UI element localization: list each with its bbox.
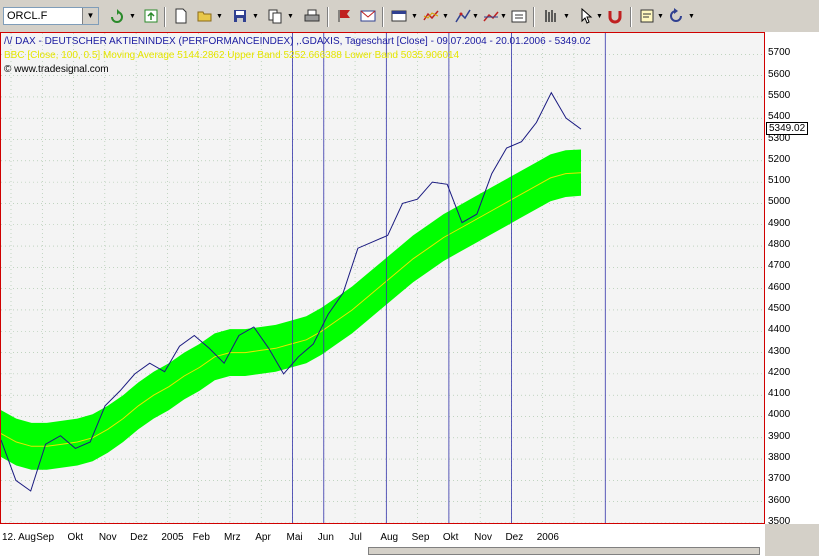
x-tick-label: Okt <box>67 532 84 543</box>
bars-icon[interactable] <box>542 7 560 25</box>
y-tick-label: 5200 <box>768 153 791 165</box>
flag-icon[interactable] <box>336 7 354 25</box>
chart-title: DAX - DEUTSCHER AKTIENINDEX (PERFORMANCE… <box>15 36 591 47</box>
x-tick-label: Nov <box>98 532 117 543</box>
x-tick-label: Sep <box>411 532 430 543</box>
x-tick-label: Jul <box>349 532 362 543</box>
note-dropdown-icon[interactable]: ▼ <box>657 13 664 20</box>
chart-area[interactable] <box>0 32 765 524</box>
y-tick-label: 4900 <box>768 217 791 229</box>
separator <box>327 7 329 27</box>
indicator-values: Moving Average 5144.2862 Upper Band 5252… <box>102 50 460 61</box>
y-tick-label: 3900 <box>768 430 791 442</box>
symbol-combobox[interactable]: ORCL.F ▼ <box>3 7 99 25</box>
symbol-text: ORCL.F <box>7 10 48 22</box>
open-folder-icon[interactable] <box>196 7 214 25</box>
trend-dropdown-icon[interactable]: ▼ <box>500 13 507 20</box>
y-tick-label: 4000 <box>768 409 791 421</box>
x-tick-label: Mai <box>286 532 303 543</box>
undo-icon[interactable] <box>668 7 686 25</box>
x-tick-label: Aug <box>380 532 399 543</box>
y-tick-label: 4400 <box>768 324 791 336</box>
note-icon[interactable] <box>638 7 656 25</box>
horizontal-scrollbar[interactable] <box>368 547 760 555</box>
window-dropdown-icon[interactable]: ▼ <box>411 13 418 20</box>
last-value-label: 5349.02 <box>766 122 809 136</box>
x-tick-label: Jun <box>317 532 334 543</box>
window-icon[interactable] <box>390 7 408 25</box>
x-tick-label: Nov <box>474 532 492 543</box>
separator <box>382 7 384 27</box>
chart-header-title: /\/ DAX - DEUTSCHER AKTIENINDEX (PERFORM… <box>4 36 591 47</box>
bollinger-band <box>1 149 581 470</box>
x-tick-label: Apr <box>255 532 271 543</box>
separator <box>533 7 535 27</box>
copy-dropdown-icon[interactable]: ▼ <box>287 13 294 20</box>
y-tick-label: 3700 <box>768 473 791 485</box>
indicator-icon[interactable] <box>422 7 440 25</box>
chart-plot <box>1 33 764 523</box>
separator <box>164 7 166 27</box>
undo-dropdown-icon[interactable]: ▼ <box>688 13 695 20</box>
indicator-dropdown-icon[interactable]: ▼ <box>442 13 449 20</box>
trend-icon[interactable] <box>482 7 500 25</box>
chevron-down-icon[interactable]: ▼ <box>82 8 98 24</box>
y-tick-label: 5500 <box>768 89 791 101</box>
separator <box>630 7 632 27</box>
save-icon[interactable] <box>231 7 249 25</box>
y-tick-label: 4200 <box>768 366 791 378</box>
cursor-icon[interactable] <box>577 7 595 25</box>
reload-icon[interactable] <box>142 7 160 25</box>
y-tick-label: 4700 <box>768 260 791 272</box>
chart-copyright: © www.tradesignal.com <box>4 64 109 75</box>
cursor-dropdown-icon[interactable]: ▼ <box>596 13 603 20</box>
chart-title-icon: /\/ <box>4 36 16 47</box>
x-tick-label: 2005 <box>161 532 184 543</box>
refresh-icon[interactable] <box>108 7 126 25</box>
bars-dropdown-icon[interactable]: ▼ <box>563 13 570 20</box>
x-tick-label: Okt <box>442 532 459 543</box>
drawing-icon[interactable] <box>454 7 472 25</box>
y-tick-label: 5700 <box>768 47 791 59</box>
magnet-icon[interactable] <box>606 7 624 25</box>
x-tick-label: Dez <box>130 532 148 543</box>
print-icon[interactable] <box>303 7 321 25</box>
new-doc-icon[interactable] <box>172 7 190 25</box>
open-dropdown-icon[interactable]: ▼ <box>216 13 223 20</box>
toolbar: ORCL.F ▼ ▼ ▼ ▼ ▼ ▼ ▼ ▼ ▼ ▼ ▼ ▼ ▼ <box>0 0 819 32</box>
properties-icon[interactable] <box>510 7 528 25</box>
y-tick-label: 5600 <box>768 68 791 80</box>
y-tick-label: 5100 <box>768 175 791 187</box>
x-tick-label: Mrz <box>223 532 241 543</box>
y-tick-label: 4800 <box>768 239 791 251</box>
x-tick-label: 2006 <box>536 532 559 543</box>
indicator-label: BBC [Close, 100, 0.5] <box>4 50 101 61</box>
y-tick-label: 5400 <box>768 111 791 123</box>
copy-icon[interactable] <box>266 7 284 25</box>
x-tick-label: 12. Aug <box>2 532 36 543</box>
drawing-dropdown-icon[interactable]: ▼ <box>472 13 479 20</box>
y-tick-label: 3600 <box>768 494 791 506</box>
y-axis[interactable]: 5700 5600 5500 5400 5300 5200 5100 5000 4900 4800… <box>765 32 819 527</box>
chart-header-indicator: BBC [Close, 100, 0.5] Moving Average 514… <box>4 50 459 61</box>
mail-flag-icon[interactable] <box>359 7 377 25</box>
y-tick-label: 4300 <box>768 345 791 357</box>
y-tick-label: 4500 <box>768 302 791 314</box>
refresh-dropdown-icon[interactable]: ▼ <box>129 13 136 20</box>
x-tick-label: Sep <box>36 532 55 543</box>
x-tick-label: Feb <box>192 532 210 543</box>
y-tick-label: 4600 <box>768 281 791 293</box>
y-tick-label: 4100 <box>768 388 791 400</box>
y-tick-label: 5000 <box>768 196 791 208</box>
y-tick-label: 3500 <box>768 516 791 527</box>
y-tick-label: 3800 <box>768 452 791 464</box>
x-tick-label: Dez <box>505 532 524 543</box>
save-dropdown-icon[interactable]: ▼ <box>252 13 259 20</box>
